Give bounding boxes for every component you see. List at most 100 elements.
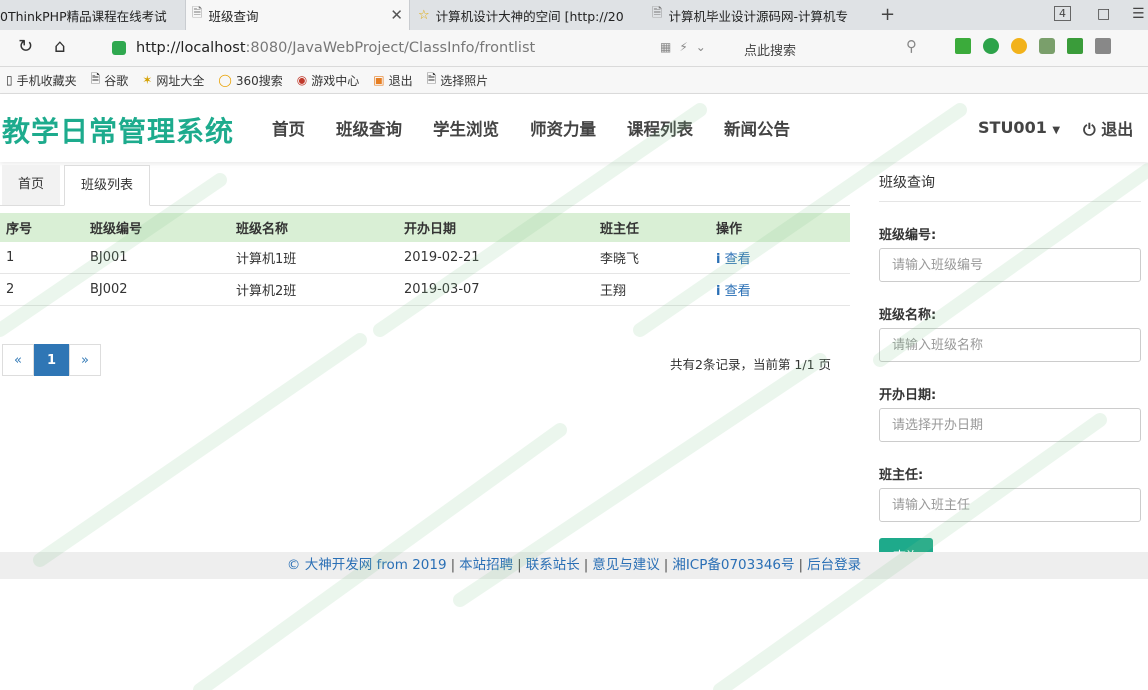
cell-code: BJ001 — [84, 242, 230, 274]
tab-home[interactable]: 首页 — [2, 165, 61, 205]
pager-page-1[interactable]: 1 — [34, 344, 69, 376]
pager-next[interactable]: » — [69, 344, 101, 376]
compass-icon: ✶ — [142, 73, 153, 87]
browser-tab-4[interactable]: 🗎 计算机毕业设计源码网-计算机专 — [646, 0, 876, 30]
menu-item-students[interactable]: 学生浏览 — [433, 116, 499, 140]
menu-item-home[interactable]: 首页 — [272, 116, 305, 140]
phone-icon: ▯ — [6, 73, 13, 87]
search-icon[interactable]: ⚲ — [906, 37, 917, 55]
view-link[interactable]: i 查看 — [716, 284, 751, 299]
browser-tab-2[interactable]: 🗎 班级查询 ✕ — [185, 0, 410, 30]
bookmark-item[interactable]: ▣ 退出 — [373, 72, 412, 89]
browser-tab-4-label: 计算机毕业设计源码网-计算机专 — [668, 8, 848, 24]
table-row: 2 BJ002 计算机2班 2019-03-07 王翔 i 查看 — [0, 273, 850, 306]
page-icon: 🗎 — [652, 6, 663, 21]
pager-prev[interactable]: « — [2, 344, 34, 376]
cell-date: 2019-03-07 — [398, 273, 594, 306]
browser-tab-1[interactable]: 0ThinkPHP精品课程在线考试 — [0, 0, 185, 30]
menu-item-class-query[interactable]: 班级查询 — [336, 116, 402, 140]
footer-copyright[interactable]: © 大神开发网 from 2019 — [287, 557, 447, 573]
cell-name: 计算机1班 — [230, 242, 398, 274]
browser-tab-3[interactable]: ☆ 计算机设计大神的空间 [http://20 — [412, 0, 644, 30]
class-table: 序号 班级编号 班级名称 开办日期 班主任 操作 1 BJ001 计算机1班 2… — [0, 213, 850, 306]
browser-tab-1-label: 0ThinkPHP精品课程在线考试 — [0, 8, 167, 24]
close-tab-icon[interactable]: ✕ — [390, 6, 403, 24]
footer-link-jobs[interactable]: 本站招聘 — [459, 557, 513, 573]
site-footer: © 大神开发网 from 2019 | 本站招聘 | 联系站长 | 意见与建议 | 湘ICP备0… — [0, 552, 1148, 579]
browser-toolbar: ↻ ⌂ http://localhost:8080/JavaWebProject… — [0, 30, 1148, 67]
star-icon: ☆ — [418, 7, 430, 23]
power-icon: ⏻ — [1083, 120, 1096, 139]
bookmark-item[interactable]: ✶ 网址大全 — [142, 72, 204, 89]
label-head-teacher: 班主任: — [879, 468, 924, 483]
browser-tab-strip: 0ThinkPHP精品课程在线考试 🗎 班级查询 ✕ ☆ 计算机设计大神的空间 … — [0, 0, 1148, 31]
extension-icons — [955, 38, 1111, 54]
class-name-input[interactable] — [879, 328, 1141, 362]
col-header-name: 班级名称 — [230, 213, 398, 242]
user-dropdown[interactable]: STU001 ▼ — [978, 118, 1060, 137]
bookmark-item[interactable]: 🗎 谷歌 — [91, 70, 129, 91]
record-count-info: 共有2条记录，当前第 1/1 页 — [670, 357, 832, 372]
username: STU001 — [978, 118, 1047, 137]
footer-link-admin[interactable]: 后台登录 — [807, 557, 861, 573]
url-text: http://localhost:8080/JavaWebProject/Cla… — [136, 40, 536, 56]
logout-button[interactable]: ⏻ 退出 — [1083, 116, 1133, 140]
page-tabs: 首页 班级列表 — [0, 165, 850, 206]
refresh-icon[interactable]: ↻ — [18, 36, 33, 57]
bookmark-item[interactable]: ▯ 手机收藏夹 — [6, 72, 77, 89]
menu-item-news[interactable]: 新闻公告 — [724, 116, 790, 140]
menu-item-courses[interactable]: 课程列表 — [627, 116, 693, 140]
address-bar-icons[interactable]: ▦⚡⌄ — [660, 40, 714, 54]
view-link[interactable]: i 查看 — [716, 252, 751, 267]
home-icon[interactable]: ⌂ — [54, 36, 65, 57]
new-tab-icon[interactable]: + — [880, 4, 895, 25]
site-brand[interactable]: 教学日常管理系统 — [2, 110, 234, 150]
translate-icon[interactable] — [983, 38, 999, 54]
address-bar[interactable]: http://localhost:8080/JavaWebProject/Cla… — [112, 36, 724, 60]
info-icon: i — [716, 284, 721, 299]
cell-name: 计算机2班 — [230, 273, 398, 306]
page-icon: 🗎 — [90, 71, 101, 86]
col-header-action: 操作 — [710, 213, 850, 242]
image-icon[interactable] — [1039, 38, 1055, 54]
scissors-icon[interactable] — [955, 38, 971, 54]
shirt-icon[interactable]: □ — [1097, 6, 1110, 22]
footer-link-feedback[interactable]: 意见与建议 — [592, 557, 660, 573]
menu-icon[interactable]: ☰ — [1132, 6, 1145, 22]
page-icon: 🗎 — [426, 71, 437, 86]
table-row: 1 BJ001 计算机1班 2019-02-21 李晓飞 i 查看 — [0, 242, 850, 274]
cell-action: i 查看 — [710, 242, 850, 274]
cell-action: i 查看 — [710, 273, 850, 306]
cell-no: 1 — [0, 242, 84, 274]
browser-search-input[interactable]: 点此搜索 — [744, 40, 796, 59]
search-panel: 班级查询 班级编号: 班级名称: 开办日期: 班主任: 查询 — [879, 165, 1141, 572]
more-icon[interactable] — [1095, 38, 1111, 54]
coin-icon[interactable] — [1011, 38, 1027, 54]
head-teacher-input[interactable] — [879, 488, 1141, 522]
logout-label: 退出 — [1101, 120, 1134, 139]
bookmark-item[interactable]: ◯ 360搜索 — [218, 72, 282, 89]
label-class-code: 班级编号: — [879, 228, 937, 243]
tab-class-list[interactable]: 班级列表 — [64, 165, 151, 206]
bookmark-item[interactable]: ◉ 游戏中心 — [297, 72, 360, 89]
cell-no: 2 — [0, 273, 84, 306]
tab-count-badge[interactable]: 4 — [1054, 6, 1071, 21]
label-start-date: 开办日期: — [879, 388, 937, 403]
table-header-row: 序号 班级编号 班级名称 开办日期 班主任 操作 — [0, 213, 850, 242]
col-header-teacher: 班主任 — [594, 213, 710, 242]
footer-link-contact[interactable]: 联系站长 — [526, 557, 580, 573]
shield-icon — [112, 41, 126, 55]
cell-code: BJ002 — [84, 273, 230, 306]
browser-tab-2-label: 班级查询 — [208, 8, 259, 24]
bookmark-item[interactable]: 🗎 选择照片 — [427, 70, 489, 91]
page-icon: 🗎 — [192, 6, 203, 21]
footer-link-icp[interactable]: 湘ICP备0703346号 — [672, 557, 794, 573]
start-date-input[interactable] — [879, 408, 1141, 442]
pagination: « 1 » — [2, 344, 101, 376]
exit-icon: ▣ — [373, 73, 385, 87]
class-code-input[interactable] — [879, 248, 1141, 282]
search-360-icon: ◯ — [218, 73, 232, 87]
apps-icon[interactable] — [1067, 38, 1083, 54]
game-icon: ◉ — [296, 73, 308, 87]
menu-item-teachers[interactable]: 师资力量 — [530, 116, 596, 140]
